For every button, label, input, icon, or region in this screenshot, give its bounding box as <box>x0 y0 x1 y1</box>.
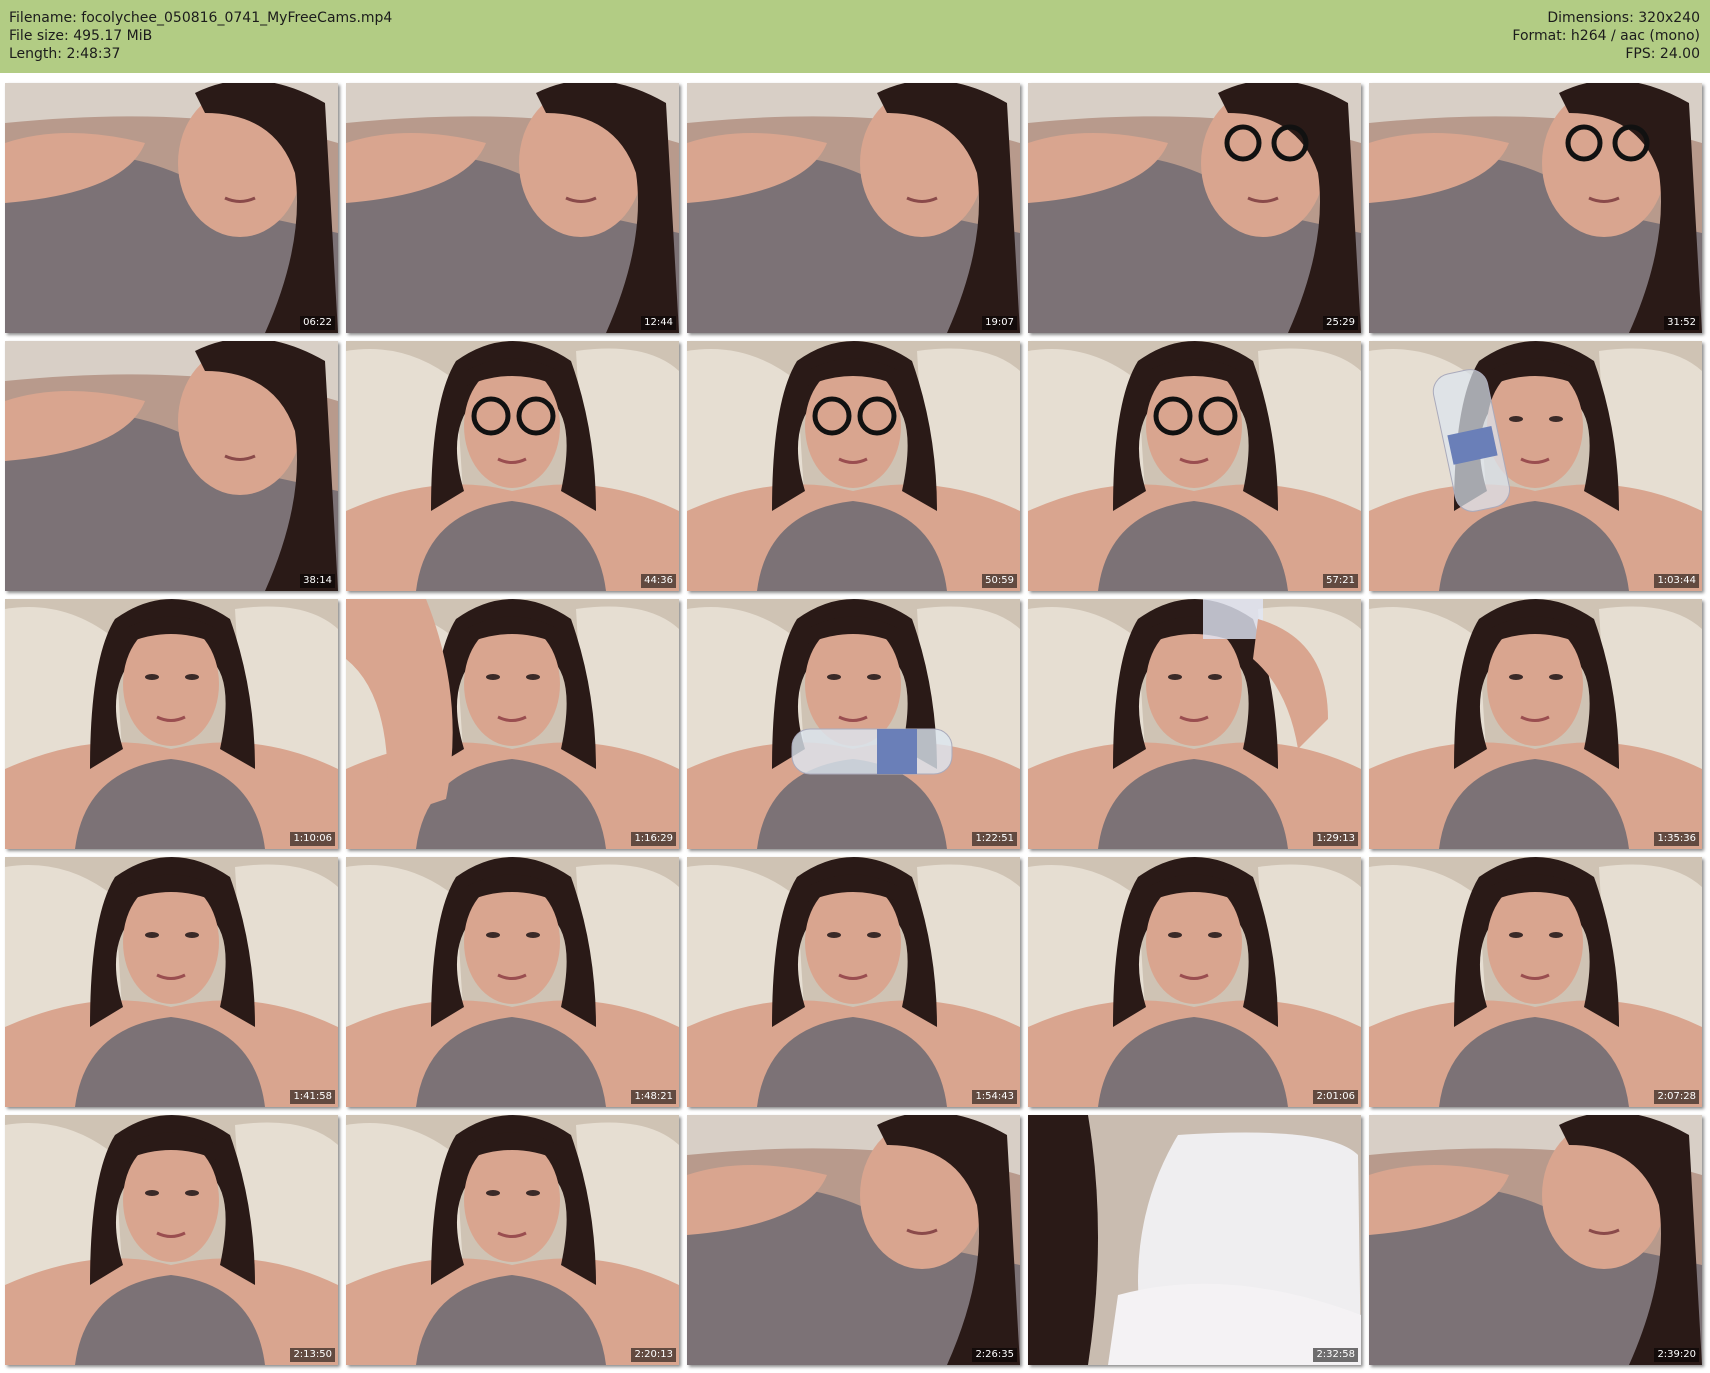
thumbnail: 2:20:13 <box>346 1115 679 1365</box>
thumbnail-image <box>1369 83 1702 333</box>
thumbnail-timestamp: 1:29:13 <box>1313 832 1358 846</box>
thumbnail-timestamp: 12:44 <box>641 316 676 330</box>
thumbnail-timestamp: 57:21 <box>1323 574 1358 588</box>
thumbnail: 50:59 <box>687 341 1020 591</box>
thumbnail-image <box>5 341 338 591</box>
thumbnail-image <box>1028 857 1361 1107</box>
thumbnail: 1:41:58 <box>5 857 338 1107</box>
thumbnail: 1:16:29 <box>346 599 679 849</box>
thumbnail-image <box>687 599 1020 849</box>
thumbnail-timestamp: 50:59 <box>982 574 1017 588</box>
thumbnail-timestamp: 2:07:28 <box>1654 1090 1699 1104</box>
thumbnail-timestamp: 1:03:44 <box>1654 574 1699 588</box>
thumbnail-timestamp: 2:39:20 <box>1654 1348 1699 1362</box>
thumbnail-grid: 06:22 12:44 19:07 25:29 31:52 38:14 44:36 50:59… <box>0 0 1710 1373</box>
thumbnail-timestamp: 1:10:06 <box>290 832 335 846</box>
thumbnail-timestamp: 1:35:36 <box>1654 832 1699 846</box>
thumbnail-timestamp: 25:29 <box>1323 316 1358 330</box>
thumbnail-timestamp: 2:32:58 <box>1313 1348 1358 1362</box>
thumbnail-image <box>1028 599 1361 849</box>
thumbnail: 1:29:13 <box>1028 599 1361 849</box>
thumbnail-image <box>1369 857 1702 1107</box>
thumbnail-image <box>1028 341 1361 591</box>
thumbnail-image <box>687 341 1020 591</box>
thumbnail: 1:48:21 <box>346 857 679 1107</box>
thumbnail: 2:39:20 <box>1369 1115 1702 1365</box>
thumbnail-timestamp: 38:14 <box>300 574 335 588</box>
thumbnail-timestamp: 2:13:50 <box>290 1348 335 1362</box>
thumbnail: 1:03:44 <box>1369 341 1702 591</box>
thumbnail-timestamp: 1:48:21 <box>631 1090 676 1104</box>
thumbnail-timestamp: 1:54:43 <box>972 1090 1017 1104</box>
thumbnail-timestamp: 2:20:13 <box>631 1348 676 1362</box>
thumbnail: 12:44 <box>346 83 679 333</box>
thumbnail: 2:32:58 <box>1028 1115 1361 1365</box>
thumbnail-image <box>5 857 338 1107</box>
thumbnail-image <box>346 599 679 849</box>
thumbnail-image <box>5 1115 338 1365</box>
thumbnail-image <box>687 1115 1020 1365</box>
thumbnail-image <box>1369 599 1702 849</box>
thumbnail-image <box>346 341 679 591</box>
thumbnail-timestamp: 06:22 <box>300 316 335 330</box>
thumbnail-image <box>346 1115 679 1365</box>
thumbnail: 1:22:51 <box>687 599 1020 849</box>
thumbnail: 25:29 <box>1028 83 1361 333</box>
thumbnail-image <box>1028 83 1361 333</box>
thumbnail-image <box>1369 1115 1702 1365</box>
thumbnail-timestamp: 31:52 <box>1664 316 1699 330</box>
thumbnail-image <box>5 83 338 333</box>
thumbnail: 1:54:43 <box>687 857 1020 1107</box>
thumbnail: 2:07:28 <box>1369 857 1702 1107</box>
thumbnail-image <box>5 599 338 849</box>
thumbnail-timestamp: 2:01:06 <box>1313 1090 1358 1104</box>
thumbnail: 06:22 <box>5 83 338 333</box>
thumbnail-timestamp: 1:41:58 <box>290 1090 335 1104</box>
thumbnail: 31:52 <box>1369 83 1702 333</box>
thumbnail: 2:13:50 <box>5 1115 338 1365</box>
thumbnail-timestamp: 19:07 <box>982 316 1017 330</box>
thumbnail: 44:36 <box>346 341 679 591</box>
thumbnail: 1:35:36 <box>1369 599 1702 849</box>
thumbnail-image <box>346 83 679 333</box>
thumbnail: 2:01:06 <box>1028 857 1361 1107</box>
thumbnail-timestamp: 44:36 <box>641 574 676 588</box>
thumbnail-image <box>346 857 679 1107</box>
thumbnail: 57:21 <box>1028 341 1361 591</box>
thumbnail: 1:10:06 <box>5 599 338 849</box>
thumbnail-image <box>687 83 1020 333</box>
thumbnail: 19:07 <box>687 83 1020 333</box>
thumbnail-timestamp: 1:22:51 <box>972 832 1017 846</box>
thumbnail-image <box>1369 341 1702 591</box>
thumbnail-image <box>687 857 1020 1107</box>
thumbnail: 38:14 <box>5 341 338 591</box>
thumbnail-timestamp: 2:26:35 <box>972 1348 1017 1362</box>
thumbnail: 2:26:35 <box>687 1115 1020 1365</box>
thumbnail-image <box>1028 1115 1361 1365</box>
thumbnail-timestamp: 1:16:29 <box>631 832 676 846</box>
